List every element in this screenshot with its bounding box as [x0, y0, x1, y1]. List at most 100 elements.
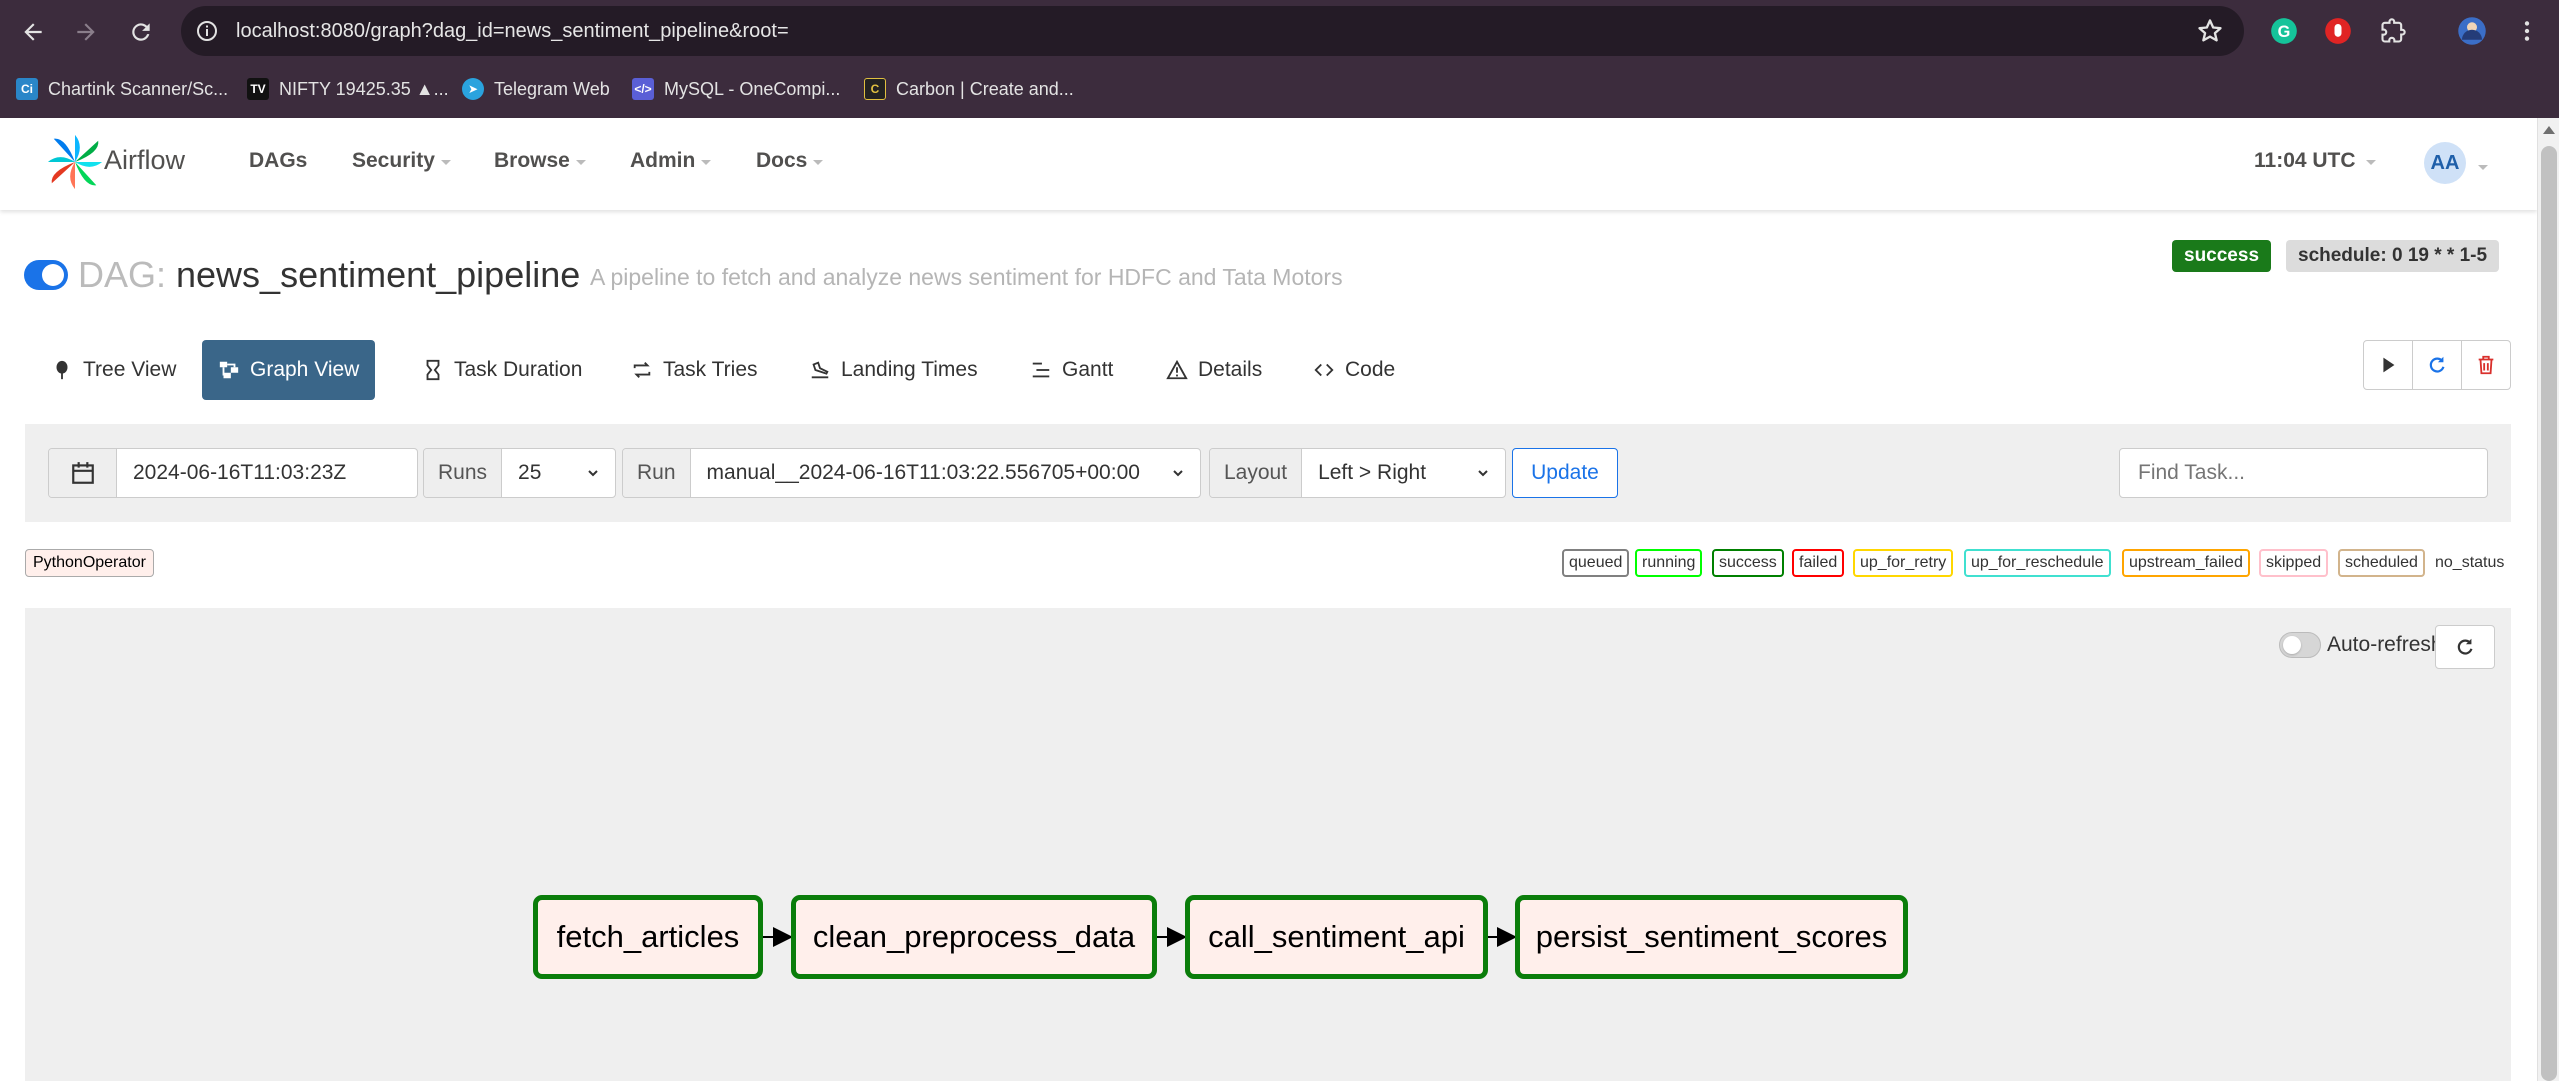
- nav-docs[interactable]: Docs: [756, 149, 824, 173]
- tree-leaf-icon: [56, 360, 68, 380]
- airflow-brand[interactable]: Airflow: [104, 145, 185, 176]
- nav-admin[interactable]: Admin: [630, 149, 712, 173]
- onecompiler-icon: </>: [632, 78, 654, 100]
- caret-down-icon: [701, 160, 712, 165]
- browser-menu-icon[interactable]: [2510, 14, 2544, 48]
- nav-security[interactable]: Security: [352, 149, 451, 173]
- caret-down-icon: [813, 160, 824, 165]
- tab-graph-view[interactable]: Graph View: [202, 340, 376, 400]
- code-brackets-icon: [1314, 363, 1334, 377]
- trash-icon: [2478, 355, 2494, 375]
- graph-refresh-button[interactable]: [2435, 625, 2495, 669]
- legend-no-status[interactable]: no_status: [2435, 549, 2504, 577]
- runs-select[interactable]: 25: [502, 449, 615, 497]
- user-avatar[interactable]: AA: [2424, 142, 2466, 184]
- profile-avatar-icon[interactable]: [2455, 14, 2489, 48]
- auto-refresh-toggle[interactable]: Auto-refresh: [2279, 632, 2443, 658]
- page-scrollbar[interactable]: [2537, 118, 2559, 1081]
- airflow-pinwheel-logo[interactable]: [46, 133, 104, 191]
- chevron-down-icon: [1173, 470, 1183, 477]
- chevron-down-icon: [1478, 470, 1488, 477]
- site-info-icon[interactable]: [191, 15, 223, 47]
- scrollbar-thumb[interactable]: [2541, 146, 2557, 1081]
- timezone-dropdown[interactable]: 11:04 UTC: [2254, 149, 2376, 173]
- play-icon: [2383, 357, 2395, 373]
- tab-landing-times[interactable]: Landing Times: [793, 340, 994, 400]
- bookmark-star-icon[interactable]: [2196, 17, 2224, 45]
- runs-label: Runs: [424, 449, 503, 497]
- legend-up-for-retry[interactable]: up_for_retry: [1853, 549, 1954, 577]
- svg-text:G: G: [2278, 23, 2291, 41]
- bookmark-carbon[interactable]: C Carbon | Create and...: [864, 74, 1074, 104]
- extensions-puzzle-icon[interactable]: [2376, 14, 2410, 48]
- schedule-badge: schedule: 0 19 * * 1-5: [2286, 240, 2500, 272]
- legend-skipped[interactable]: skipped: [2259, 549, 2329, 577]
- bookmark-telegram[interactable]: ➤ Telegram Web: [462, 74, 610, 104]
- layout-group: Layout Left > Right: [1209, 448, 1506, 498]
- arrow-left-icon: [24, 23, 42, 41]
- layout-label: Layout: [1210, 449, 1303, 497]
- carbon-icon: C: [864, 78, 886, 100]
- graph-diagram-icon: [219, 361, 239, 379]
- caret-down-icon: [575, 160, 586, 165]
- tab-task-tries[interactable]: Task Tries: [615, 340, 774, 400]
- bookmark-mysql[interactable]: </> MySQL - OneCompi...: [632, 74, 840, 104]
- browser-toolbar: localhost:8080/graph?dag_id=news_sentime…: [0, 0, 2559, 63]
- graph-edges: [763, 927, 1517, 947]
- reload-icon: [132, 23, 150, 41]
- tradingview-icon: TV: [247, 78, 269, 100]
- adblock-hand-icon[interactable]: [2321, 14, 2355, 48]
- tab-details[interactable]: Details: [1150, 340, 1278, 400]
- caret-down-icon: [440, 160, 451, 165]
- tab-task-duration[interactable]: Task Duration: [406, 340, 598, 400]
- base-date-input[interactable]: 2024-06-16T11:03:23Z: [117, 449, 362, 497]
- refresh-dag-button[interactable]: [2413, 341, 2462, 389]
- legend-scheduled[interactable]: scheduled: [2338, 549, 2425, 577]
- runs-group: Runs 25: [423, 448, 616, 498]
- dag-actions: [2363, 340, 2511, 390]
- trigger-dag-button[interactable]: [2364, 341, 2413, 389]
- task-node-fetch-articles[interactable]: fetch_articles: [533, 895, 763, 979]
- auto-refresh-switch[interactable]: [2279, 632, 2321, 658]
- delete-dag-button[interactable]: [2462, 341, 2510, 389]
- dag-pause-toggle[interactable]: [24, 260, 68, 290]
- address-bar[interactable]: localhost:8080/graph?dag_id=news_sentime…: [181, 6, 2244, 56]
- run-select[interactable]: manual__2024-06-16T11:03:22.556705+00:00: [691, 449, 1200, 497]
- find-task-input[interactable]: [2119, 448, 2488, 498]
- grammarly-icon[interactable]: G: [2267, 14, 2301, 48]
- caret-down-icon: [2365, 160, 2376, 165]
- dag-status-badge: success: [2172, 240, 2272, 272]
- legend-queued[interactable]: queued: [1562, 549, 1630, 577]
- update-button[interactable]: Update: [1512, 448, 1618, 498]
- dag-graph-canvas[interactable]: Auto-refresh fetch_articles clean_prepro…: [25, 608, 2511, 1081]
- legend-up-for-reschedule[interactable]: up_for_reschedule: [1964, 549, 2111, 577]
- tab-tree-view[interactable]: Tree View: [35, 340, 192, 400]
- arrow-right-icon: [77, 23, 95, 41]
- bookmark-nifty[interactable]: TV NIFTY 19425.35 ▲...: [247, 74, 449, 104]
- forward-button[interactable]: [67, 13, 105, 51]
- layout-select[interactable]: Left > Right: [1302, 449, 1505, 497]
- gantt-bars-icon: [1032, 362, 1050, 378]
- tab-code[interactable]: Code: [1297, 340, 1411, 400]
- task-node-clean-preprocess-data[interactable]: clean_preprocess_data: [791, 895, 1157, 979]
- nav-browse[interactable]: Browse: [494, 149, 586, 173]
- legend-running[interactable]: running: [1635, 549, 1703, 577]
- dag-label: DAG:: [78, 254, 167, 295]
- task-node-persist-sentiment-scores[interactable]: persist_sentiment_scores: [1515, 895, 1908, 979]
- operator-legend-python: PythonOperator: [25, 549, 154, 577]
- legend-failed[interactable]: failed: [1792, 549, 1845, 577]
- legend-upstream-failed[interactable]: upstream_failed: [2122, 549, 2250, 577]
- reload-button[interactable]: [122, 13, 160, 51]
- plane-landing-icon: [811, 361, 829, 379]
- legend-success[interactable]: success: [1712, 549, 1784, 577]
- back-button[interactable]: [14, 13, 52, 51]
- dag-title: news_sentiment_pipeline: [176, 254, 581, 295]
- scroll-up-icon[interactable]: [2543, 126, 2555, 134]
- task-node-call-sentiment-api[interactable]: call_sentiment_api: [1185, 895, 1488, 979]
- tab-gantt[interactable]: Gantt: [1014, 340, 1129, 400]
- bookmarks-bar: Ci Chartink Scanner/Sc... TV NIFTY 19425…: [0, 63, 2559, 118]
- calendar-icon[interactable]: [49, 449, 117, 497]
- bookmark-chartink[interactable]: Ci Chartink Scanner/Sc...: [16, 74, 228, 104]
- user-menu-caret-icon[interactable]: [2478, 165, 2488, 170]
- nav-dags[interactable]: DAGs: [249, 149, 307, 173]
